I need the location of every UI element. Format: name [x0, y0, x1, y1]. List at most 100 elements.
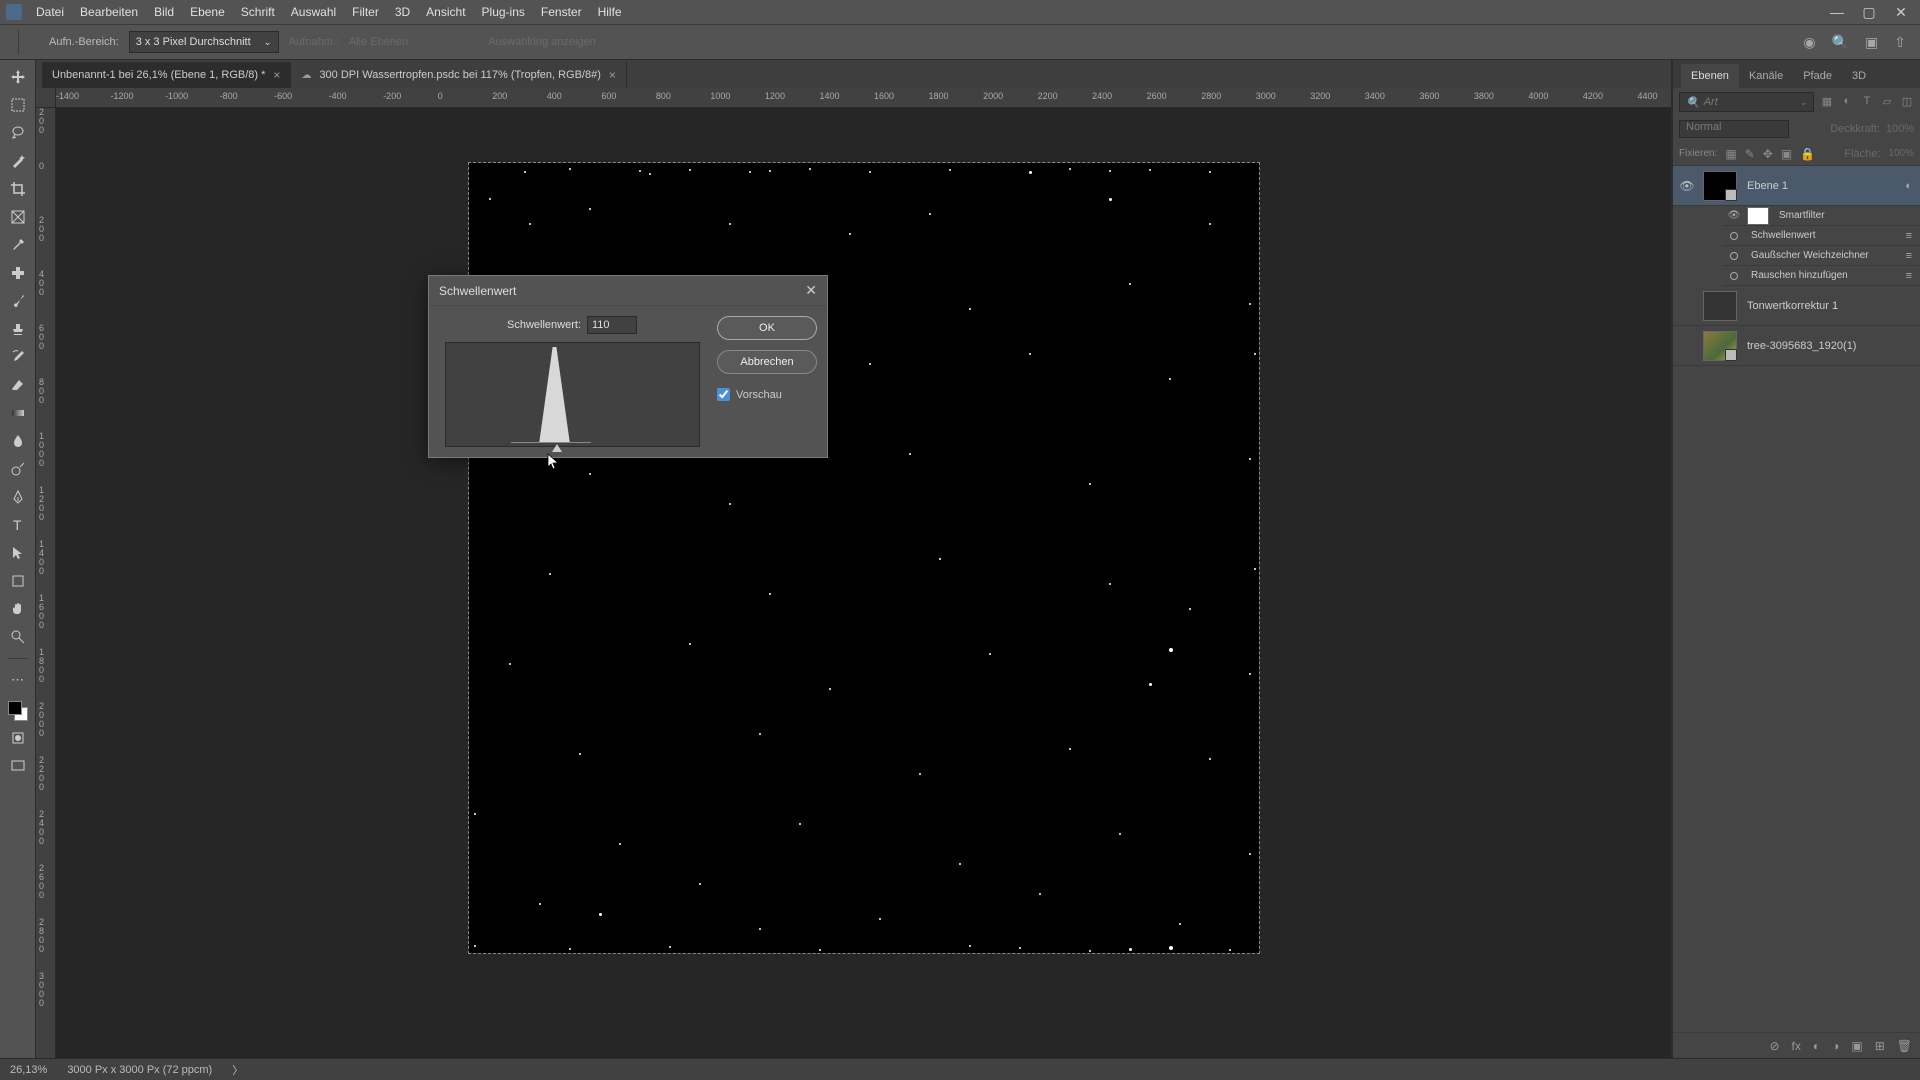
- quickmask-tool[interactable]: [6, 727, 30, 749]
- filter-rauschen[interactable]: Rauschen hinzufügen ≡: [1723, 266, 1920, 286]
- wand-tool[interactable]: [6, 150, 30, 172]
- eyedropper-tool[interactable]: [6, 234, 30, 256]
- lasso-tool[interactable]: [6, 122, 30, 144]
- menu-hilfe[interactable]: Hilfe: [590, 0, 630, 24]
- zoom-tool[interactable]: [6, 626, 30, 648]
- statusbar-flyout-icon[interactable]: 〉: [232, 1062, 243, 1078]
- close-window-icon[interactable]: ✕: [1892, 4, 1910, 21]
- document-tab-2[interactable]: ☁ 300 DPI Wassertropfen.psdc bei 117% (T…: [291, 62, 626, 88]
- search-icon[interactable]: 🔍: [1832, 34, 1849, 51]
- visibility-icon[interactable]: [1730, 232, 1738, 240]
- tab-pfade[interactable]: Pfade: [1793, 64, 1842, 88]
- threshold-slider-handle[interactable]: [552, 444, 562, 454]
- cancel-button[interactable]: Abbrechen: [717, 350, 817, 374]
- cloud-icon[interactable]: ◉: [1803, 34, 1815, 51]
- new-layer-icon[interactable]: ⊞: [1875, 1039, 1885, 1053]
- smartfilter-header[interactable]: 👁 Smartfilter: [1723, 206, 1920, 226]
- marquee-tool[interactable]: [6, 94, 30, 116]
- menu-datei[interactable]: Datei: [28, 0, 72, 24]
- tab-ebenen[interactable]: Ebenen: [1681, 64, 1739, 88]
- screenmode-tool[interactable]: [6, 755, 30, 777]
- histogram[interactable]: [445, 342, 700, 447]
- menu-filter[interactable]: Filter: [344, 0, 387, 24]
- zoom-level[interactable]: 26,13%: [10, 1064, 47, 1076]
- filter-options-icon[interactable]: ≡: [1906, 250, 1912, 262]
- filter-adjust-icon[interactable]: ◐: [1840, 95, 1854, 109]
- eyedropper-tool-icon[interactable]: [29, 36, 39, 48]
- lock-all-icon[interactable]: 🔒: [1800, 147, 1815, 161]
- healing-tool[interactable]: [6, 262, 30, 284]
- close-icon[interactable]: ×: [273, 68, 280, 82]
- menu-bearbeiten[interactable]: Bearbeiten: [72, 0, 146, 24]
- blur-tool[interactable]: [6, 430, 30, 452]
- foreground-color[interactable]: [8, 701, 22, 715]
- layer-tree[interactable]: ▫ tree-3095683_1920(1): [1673, 326, 1920, 366]
- adjustment-layer-icon[interactable]: ◑: [1832, 1039, 1839, 1053]
- menu-auswahl[interactable]: Auswahl: [283, 0, 344, 24]
- preview-checkbox-row[interactable]: Vorschau: [717, 388, 817, 401]
- visibility-icon[interactable]: 👁: [1677, 179, 1697, 193]
- close-icon[interactable]: ✕: [805, 282, 817, 299]
- type-tool[interactable]: T: [6, 514, 30, 536]
- history-brush-tool[interactable]: [6, 346, 30, 368]
- link-layers-icon[interactable]: ⊘: [1769, 1039, 1779, 1053]
- horizontal-ruler[interactable]: -1400-1200-1000-800-600-400-200020040060…: [56, 88, 1671, 108]
- sample-size-dropdown[interactable]: 3 x 3 Pixel Durchschnitt: [129, 31, 279, 53]
- filter-mask-thumbnail[interactable]: [1747, 207, 1769, 225]
- visibility-icon[interactable]: [1730, 252, 1738, 260]
- close-icon[interactable]: ×: [609, 68, 616, 82]
- layer-thumbnail[interactable]: [1703, 291, 1737, 321]
- filter-gauss[interactable]: Gaußscher Weichzeichner ≡: [1723, 246, 1920, 266]
- opacity-value[interactable]: 100%: [1886, 123, 1914, 135]
- layer-name[interactable]: tree-3095683_1920(1): [1747, 340, 1856, 352]
- layer-filter-dropdown[interactable]: 🔍 Art ⌄: [1679, 92, 1814, 112]
- gradient-tool[interactable]: [6, 402, 30, 424]
- minimize-icon[interactable]: —: [1828, 4, 1846, 21]
- threshold-input[interactable]: [587, 316, 637, 334]
- lock-pixels-icon[interactable]: ▦: [1725, 147, 1736, 161]
- stamp-tool[interactable]: [6, 318, 30, 340]
- filter-options-icon[interactable]: ≡: [1906, 230, 1912, 242]
- dodge-tool[interactable]: [6, 458, 30, 480]
- ok-button[interactable]: OK: [717, 316, 817, 340]
- filter-schwellenwert[interactable]: Schwellenwert ≡: [1723, 226, 1920, 246]
- filter-toggle-icon[interactable]: ◐: [1905, 180, 1912, 192]
- menu-plugins[interactable]: Plug-ins: [474, 0, 533, 24]
- filter-smart-icon[interactable]: ◫: [1900, 95, 1914, 109]
- layer-tonwert[interactable]: Tonwertkorrektur 1: [1673, 286, 1920, 326]
- hand-tool[interactable]: [6, 598, 30, 620]
- layer-name[interactable]: Tonwertkorrektur 1: [1747, 300, 1838, 312]
- filter-pixel-icon[interactable]: ▦: [1820, 95, 1834, 109]
- layer-ebene1[interactable]: 👁 ▫ Ebene 1 ◐: [1673, 166, 1920, 206]
- tab-kanaele[interactable]: Kanäle: [1739, 64, 1793, 88]
- vertical-ruler[interactable]: 2 0 002 0 04 0 06 0 08 0 01 0 0 01 2 0 0…: [36, 108, 56, 1058]
- visibility-icon[interactable]: [1730, 272, 1738, 280]
- shape-tool[interactable]: [6, 570, 30, 592]
- pen-tool[interactable]: [6, 486, 30, 508]
- layer-fx-icon[interactable]: fx: [1792, 1039, 1801, 1053]
- share-icon[interactable]: ⇧: [1894, 34, 1906, 51]
- delete-layer-icon[interactable]: 🗑: [1897, 1039, 1912, 1053]
- layer-thumbnail[interactable]: ▫: [1703, 171, 1737, 201]
- layer-thumbnail[interactable]: ▫: [1703, 331, 1737, 361]
- path-select-tool[interactable]: [6, 542, 30, 564]
- filter-shape-icon[interactable]: ▱: [1880, 95, 1894, 109]
- crop-tool[interactable]: [6, 178, 30, 200]
- color-swatch[interactable]: [8, 701, 28, 721]
- menu-ebene[interactable]: Ebene: [182, 0, 233, 24]
- edit-toolbar[interactable]: ⋯: [6, 669, 30, 691]
- layer-name[interactable]: Ebene 1: [1747, 180, 1788, 192]
- fill-value[interactable]: 100%: [1888, 148, 1914, 159]
- tab-3d[interactable]: 3D: [1842, 64, 1876, 88]
- menu-ansicht[interactable]: Ansicht: [418, 0, 473, 24]
- frame-tool[interactable]: [6, 206, 30, 228]
- lock-brush-icon[interactable]: ✎: [1745, 147, 1755, 161]
- blend-mode-dropdown[interactable]: Normal: [1679, 120, 1789, 138]
- layer-mask-icon[interactable]: ◐: [1813, 1039, 1820, 1053]
- menu-fenster[interactable]: Fenster: [533, 0, 590, 24]
- lock-artboard-icon[interactable]: ▣: [1781, 147, 1792, 161]
- maximize-icon[interactable]: ▢: [1860, 4, 1878, 21]
- eraser-tool[interactable]: [6, 374, 30, 396]
- canvas-viewport[interactable]: Schwellenwert ✕ Schwellenwert:: [56, 108, 1671, 1058]
- brush-tool[interactable]: [6, 290, 30, 312]
